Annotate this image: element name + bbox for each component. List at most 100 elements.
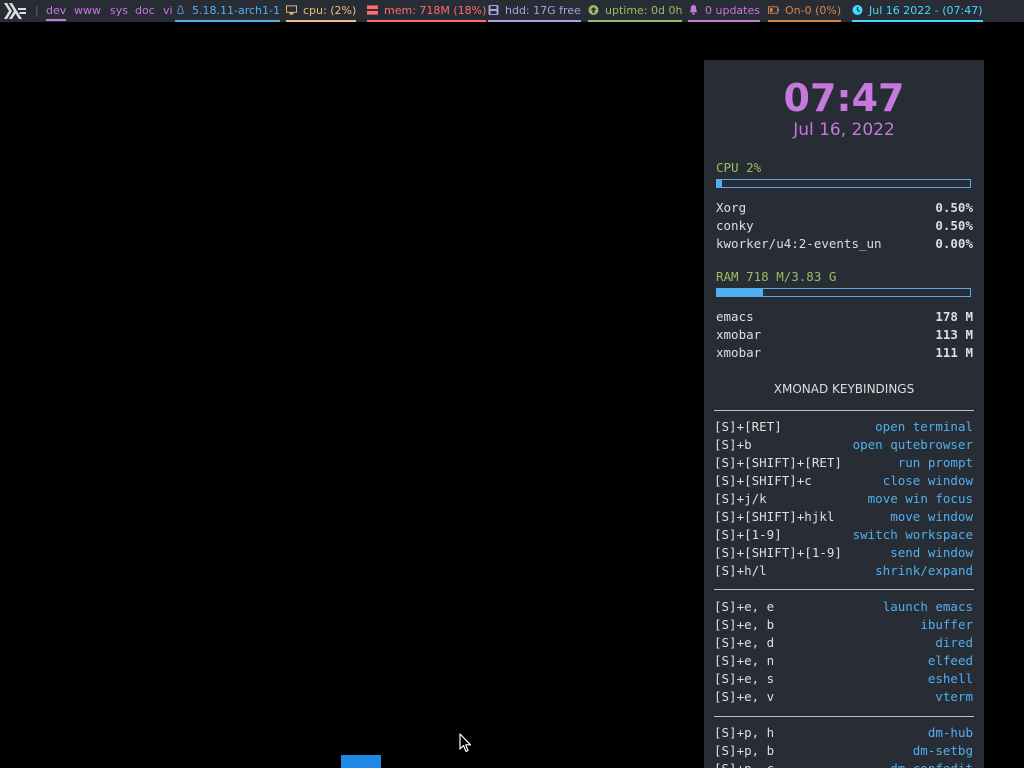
keybinding-action: move window — [890, 509, 973, 524]
keybindings-title: XMONAD KEYBINDINGS — [773, 382, 915, 396]
keybinding-action: dm-confedit — [890, 760, 973, 768]
cpu-process-row: Xorg 0.50% — [716, 199, 973, 217]
process-name: kworker/u4:2-events_un — [716, 236, 882, 251]
keybinding-row: [S]+p, b dm-setbg — [714, 742, 973, 760]
workspace-www[interactable]: www — [74, 0, 101, 22]
linux-tux-icon — [177, 5, 184, 14]
monitor-icon — [286, 5, 297, 15]
divider — [714, 716, 974, 717]
keybinding-action: dm-hub — [927, 725, 973, 740]
keybinding-row: [S]+j/k move win focus — [714, 490, 973, 508]
battery-icon — [768, 6, 779, 14]
keybinding-action: launch emacs — [882, 599, 973, 614]
keybinding-action: switch workspace — [852, 527, 973, 542]
keybinding-row: [S]+[SHIFT]+[RET] run prompt — [714, 454, 973, 472]
save-disk-icon — [488, 5, 499, 15]
mem-process-row: xmobar 111 M — [716, 344, 973, 362]
keybinding-row: [S]+[SHIFT]+[1-9] send window — [714, 544, 973, 562]
process-cpu: 0.00% — [935, 236, 973, 251]
arrow-up-circle-icon — [588, 5, 599, 15]
ram-usage-bar — [716, 288, 971, 297]
keybinding-row: [S]+h/l shrink/expand — [714, 562, 973, 580]
keybinding-key: [S]+[SHIFT]+[1-9] — [714, 545, 842, 560]
process-cpu: 0.50% — [935, 218, 973, 233]
process-name: xmobar — [716, 327, 762, 342]
keybinding-action: close window — [882, 473, 973, 488]
process-name: conky — [716, 218, 754, 233]
keybinding-key: [S]+b — [714, 437, 752, 452]
separator: | — [35, 4, 39, 17]
keybinding-action: dired — [935, 635, 973, 650]
process-name: emacs — [716, 309, 754, 324]
keybinding-row: [S]+e, s eshell — [714, 670, 973, 688]
keybinding-key: [S]+e, s — [714, 671, 775, 686]
process-name: Xorg — [716, 200, 747, 215]
keybinding-key: [S]+[SHIFT]+c — [714, 473, 812, 488]
mem-process-row: emacs 178 M — [716, 308, 973, 326]
keybinding-key: [S]+e, d — [714, 635, 775, 650]
divider — [714, 589, 974, 590]
memory-indicator: mem: 718M (18%) — [367, 0, 487, 22]
keybinding-row: [S]+b open qutebrowser — [714, 436, 973, 454]
keybinding-row: [S]+[SHIFT]+c close window — [714, 472, 973, 490]
kernel-indicator: 5.18.11-arch1-1 — [175, 0, 280, 22]
mouse-pointer-icon — [459, 733, 472, 753]
keybinding-row: [S]+p, h dm-hub — [714, 724, 973, 742]
cpu-process-row: kworker/u4:2-events_un 0.00% — [716, 235, 973, 253]
keybinding-action: eshell — [927, 671, 973, 686]
clock-icon — [852, 5, 863, 15]
conky-clock: 07:47 — [783, 76, 905, 120]
workspace-sys[interactable]: sys — [110, 0, 128, 22]
keybinding-row: [S]+e, n elfeed — [714, 652, 973, 670]
keybinding-action: elfeed — [927, 653, 973, 668]
keybinding-action: send window — [890, 545, 973, 560]
keybinding-row: [S]+[1-9] switch workspace — [714, 526, 973, 544]
process-mem: 111 M — [935, 345, 973, 360]
datetime-indicator[interactable]: Jul 16 2022 - (07:47) — [852, 0, 983, 22]
keybinding-row: [S]+e, v vterm — [714, 688, 973, 706]
updates-indicator: 0 updates — [688, 0, 760, 22]
keybinding-action: ibuffer — [920, 617, 973, 632]
workspace-vi[interactable]: vi — [163, 0, 173, 22]
keybinding-key: [S]+h/l — [714, 563, 767, 578]
ram-label: RAM 718 M/3.83 G — [716, 269, 837, 284]
keybinding-row: [S]+p, c dm-confedit — [714, 760, 973, 768]
keybinding-row: [S]+e, b ibuffer — [714, 616, 973, 634]
keybinding-action: open terminal — [875, 419, 973, 434]
keybinding-key: [S]+[SHIFT]+[RET] — [714, 455, 842, 470]
keybinding-key: [S]+[RET] — [714, 419, 782, 434]
workspace-doc[interactable]: doc — [135, 0, 155, 22]
keybinding-key: [S]+[SHIFT]+hjkl — [714, 509, 835, 524]
cpu-usage-fill — [717, 180, 723, 187]
cpu-usage-bar — [716, 179, 971, 188]
keybinding-row: [S]+[SHIFT]+hjkl move window — [714, 508, 973, 526]
workspace-dev[interactable]: dev — [46, 0, 67, 22]
keybinding-row: [S]+[RET] open terminal — [714, 418, 973, 436]
bell-icon — [689, 5, 698, 15]
keybinding-key: [S]+p, c — [714, 761, 774, 768]
keybinding-key: [S]+p, h — [714, 725, 775, 740]
keybinding-row: [S]+e, d dired — [714, 634, 973, 652]
keybinding-action: open qutebrowser — [852, 437, 973, 452]
conky-panel: 07:47 Jul 16, 2022 CPU 2% Xorg 0.50% con… — [704, 60, 984, 768]
keybinding-action: move win focus — [867, 491, 973, 506]
keybinding-key: [S]+e, v — [714, 689, 775, 704]
keybinding-action: run prompt — [897, 455, 973, 470]
keybinding-key: [S]+p, b — [714, 743, 775, 758]
conky-date: Jul 16, 2022 — [793, 120, 895, 140]
process-mem: 178 M — [935, 309, 973, 324]
divider — [714, 410, 974, 411]
process-mem: 113 M — [935, 327, 973, 342]
keybinding-row: [S]+e, e launch emacs — [714, 598, 973, 616]
uptime-indicator: uptime: 0d 0h — [588, 0, 683, 22]
keybinding-key: [S]+[1-9] — [714, 527, 782, 542]
ram-usage-fill — [717, 289, 763, 296]
xmobar-top-bar: | dev www sys doc vi 5.18.11-arch1-1 cpu… — [0, 0, 1024, 22]
cpu-indicator: cpu: (2%) — [286, 0, 357, 22]
keybinding-key: [S]+e, b — [714, 617, 775, 632]
haskell-logo-icon[interactable] — [4, 3, 26, 19]
cpu-process-row: conky 0.50% — [716, 217, 973, 235]
keybinding-action: dm-setbg — [912, 743, 973, 758]
desktop-window-edge[interactable] — [341, 755, 381, 768]
cpu-label: CPU 2% — [716, 160, 762, 175]
